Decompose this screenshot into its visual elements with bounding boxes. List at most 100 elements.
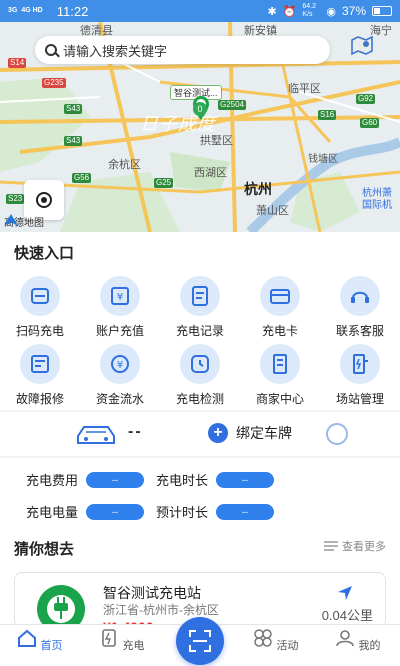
car-icon [77,426,115,444]
tab-label: 活动 [276,640,299,652]
car-binding-bar: -- + 绑定车牌 [0,412,400,456]
wallet-icon: ¥ [100,276,140,316]
signal-indicator-2: 4G HD [21,7,43,14]
quick-item-charge-check[interactable]: 充电检测 [160,344,240,407]
quick-item-scan-charge[interactable]: 扫码充电 [0,276,80,339]
tab-charge[interactable]: 充电 [92,629,152,653]
stat-label: 充电费用 [26,473,79,488]
stat-label: 充电电量 [26,505,79,520]
map-layer-icon[interactable] [350,34,374,56]
money-flow-icon: ¥ [100,344,140,384]
stat-estimate: 预计时长 -- [156,502,275,521]
bind-plate-label: 绑定车牌 [236,425,292,441]
plug-icon [54,597,68,619]
search-placeholder: 请输入搜索关键字 [63,43,168,59]
road-shield: S43 [64,136,83,146]
road-shield: S14 [8,58,27,68]
quick-entry-title: 快速入口 [14,245,75,262]
report-icon [20,344,60,384]
quick-item-station-manage[interactable]: 场站管理 [320,344,400,407]
map-watermark: 日子成度 [140,114,216,134]
map-label: 萧山区 [256,205,289,217]
clock: 11:22 [56,3,89,19]
map-view[interactable]: 德清县 新安镇 海宁 临平区 拱墅区 余杭区 西湖区 杭州 萧山区 钱塘区 杭州… [0,22,400,232]
quick-item-fault-report[interactable]: 故障报修 [0,344,80,407]
quick-item-merchant-center[interactable]: 商家中心 [240,344,320,407]
map-label: 余杭区 [108,159,141,171]
quick-item-charge-record[interactable]: 充电记录 [160,276,240,339]
activity-icon [254,629,273,647]
battery-icon [372,6,392,16]
map-attribution: 高德地图 [4,214,44,229]
quick-item-money-flow[interactable]: ¥ 资金流水 [80,344,160,407]
road-shield: G56 [72,173,92,183]
status-bar: 3G 4G HD 11:22 ✱ ⏰ 64.2 K/s ◉ 37% [0,0,400,22]
guess-title: 猜你想去 [14,541,75,558]
headset-icon [340,276,380,316]
view-more-label: 查看更多 [342,541,386,553]
search-icon [45,44,57,56]
stat-fee: 充电费用 -- [26,470,145,489]
stat-energy: 充电电量 -- [26,502,145,521]
station-manage-icon [340,344,380,384]
bluetooth-icon: ✱ [267,5,277,18]
net-speed: 64.2 K/s [302,3,316,18]
merchant-icon [260,344,300,384]
view-more-link[interactable]: 查看更多 [324,538,386,554]
quick-item-label: 扫码充电 [15,324,64,338]
quick-item-recharge[interactable]: ¥ 账户充值 [80,276,160,339]
map-label: 临平区 [288,83,321,95]
quick-item-label: 充电检测 [175,392,224,406]
quick-item-label: 联系客服 [335,324,384,338]
svg-text:¥: ¥ [117,360,123,371]
record-icon [180,276,220,316]
stat-value: -- [216,471,275,488]
quick-item-customer-service[interactable]: 联系客服 [320,276,400,339]
map-label: 钱塘区 [308,154,338,165]
map-label: 西湖区 [194,167,227,179]
road-shield: S43 [64,104,83,114]
tab-activity[interactable]: 活动 [246,629,306,653]
tab-label: 我的 [358,640,381,652]
scan-frame-icon [189,630,211,652]
tab-mine[interactable]: 我的 [328,629,388,653]
wifi-icon: ◉ [326,5,336,18]
tab-home[interactable]: 首页 [10,629,70,653]
locate-icon [36,192,52,208]
scan-button[interactable] [176,617,224,665]
road-shield: G25 [154,178,174,188]
charging-stats: 充电费用 -- 充电时长 -- 充电电量 -- 预计时长 -- [0,458,400,528]
quick-item-charge-card[interactable]: 充电卡 [240,276,320,339]
tab-label: 首页 [40,640,63,652]
alarm-icon: ⏰ [282,5,297,18]
battery-percent: 37% [341,4,366,18]
bottom-tab-bar: 首页 充电 活动 我的 [0,617,400,666]
tab-label: 充电 [122,640,145,652]
map-label: 国际机 [362,200,392,211]
road-shield: S16 [318,110,337,120]
guess-section: 猜你想去 查看更多 智谷测试充电站 浙江省-杭州市-余杭区 ¥1.4000 0.… [0,528,400,628]
card-icon [260,276,300,316]
road-shield: G92 [356,94,376,104]
quick-item-label: 充电卡 [261,324,298,338]
stat-value: -- [86,471,145,488]
quick-item-label: 场站管理 [335,392,384,406]
plus-icon: + [208,423,228,443]
stat-label: 预计时长 [156,505,209,520]
refresh-icon[interactable] [326,423,348,445]
charge-icon [102,629,117,647]
quick-entry-section: 快速入口 扫码充电 ¥ 账户充值 充电记录 充电卡 联系客服 故障报修 ¥ 资金… [0,232,400,410]
scan-icon [20,276,60,316]
bind-plate-button[interactable]: + 绑定车牌 [208,423,292,443]
svg-text:¥: ¥ [117,292,123,303]
search-input[interactable]: 请输入搜索关键字 [35,36,330,64]
stat-duration: 充电时长 -- [156,470,275,489]
station-address: 浙江省-杭州市-余杭区 [103,603,219,617]
stat-label: 充电时长 [156,473,209,488]
navigate-icon[interactable] [337,585,353,601]
plate-number: -- [128,423,143,440]
list-icon [324,541,338,551]
stat-value: -- [86,503,145,520]
quick-item-label: 商家中心 [255,392,304,406]
user-icon [336,630,355,647]
